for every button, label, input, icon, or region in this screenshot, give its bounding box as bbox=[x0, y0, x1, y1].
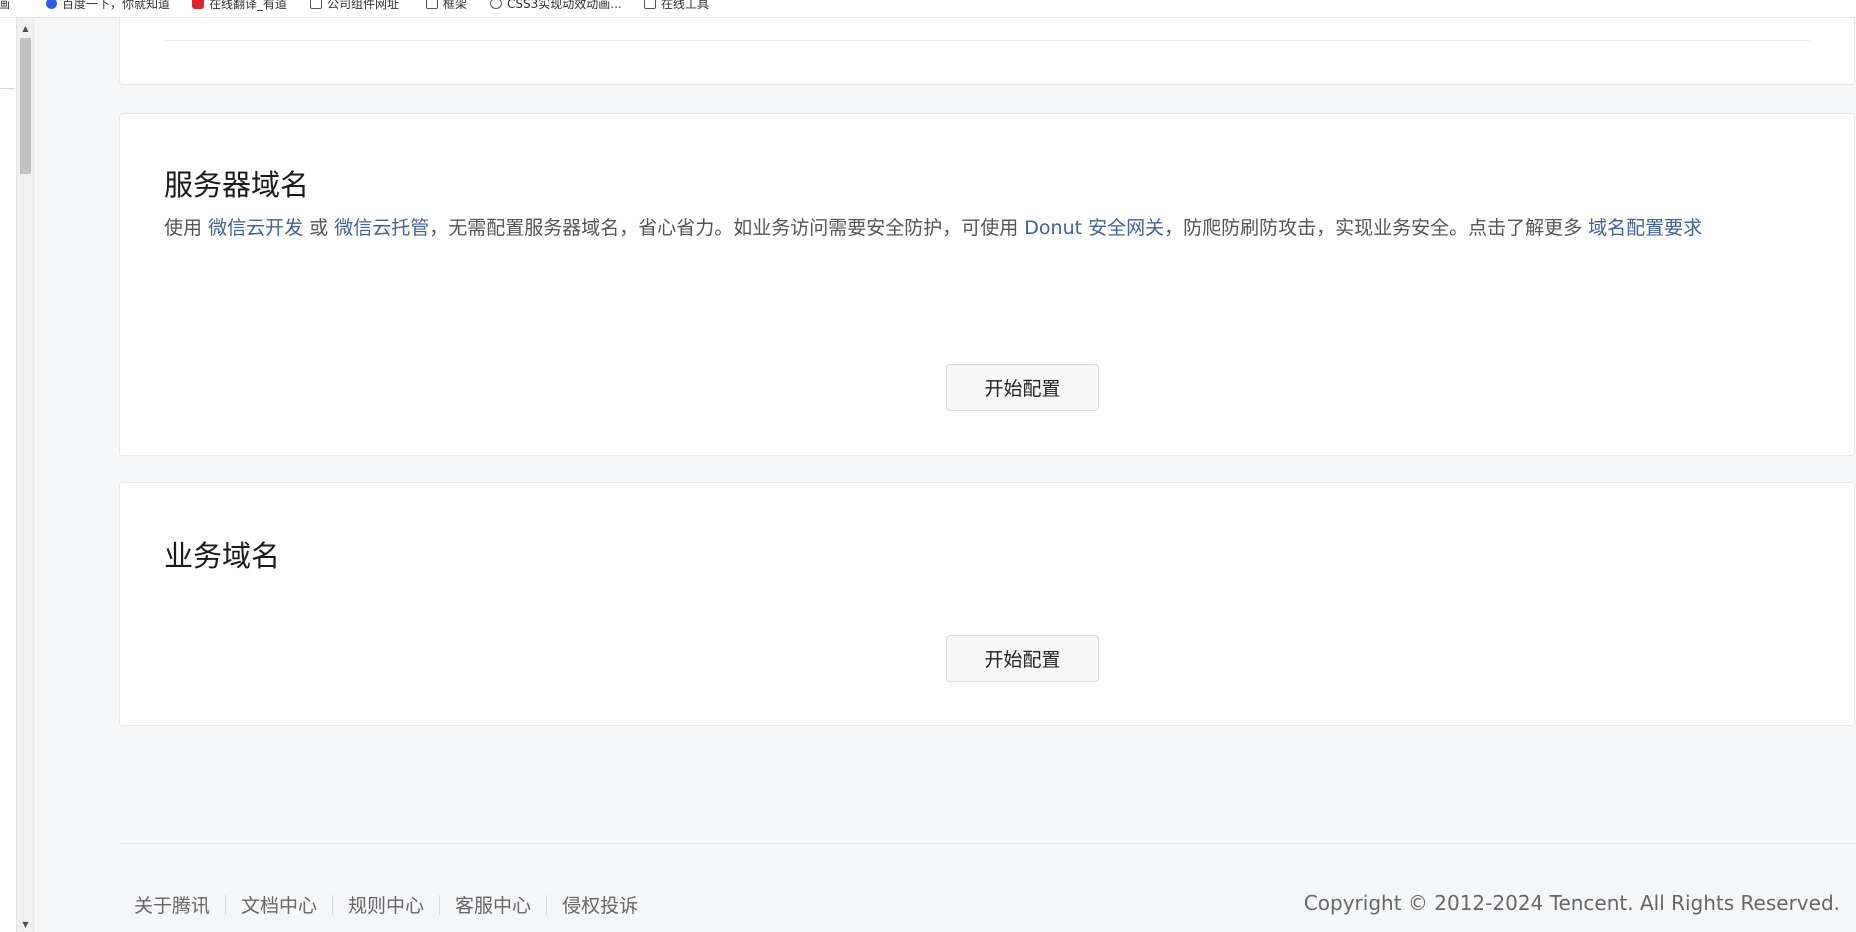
desc-text: 使用 bbox=[164, 217, 203, 239]
cloud-host-link[interactable]: 微信云托管 bbox=[334, 217, 429, 239]
footer: 关于腾讯 文档中心 规则中心 客服中心 侵权投诉 Copyright © 201… bbox=[119, 843, 1856, 932]
server-domain-description: 使用 微信云开发 或 微信云托管，无需配置服务器域名，省心省力。如业务访问需要安… bbox=[164, 212, 1814, 245]
cloud-dev-link[interactable]: 微信云开发 bbox=[208, 217, 303, 239]
desc-text: ，防爬防刷防攻击，实现业务安全。点击了解更多 bbox=[1164, 217, 1583, 239]
footer-links: 关于腾讯 文档中心 规则中心 客服中心 侵权投诉 bbox=[134, 891, 653, 918]
bookmark-bar: 动画 百度一下，你就知道 在线翻译_有道 公司组件网址 框架 CSS3实现动效动… bbox=[0, 0, 1856, 18]
vertical-scrollbar[interactable]: ▲ ▼ bbox=[17, 18, 34, 932]
start-config-button[interactable]: 开始配置 bbox=[946, 364, 1099, 411]
copyright-text: Copyright © 2012-2024 Tencent. All Right… bbox=[1303, 891, 1840, 915]
desc-text: 或 bbox=[309, 217, 329, 239]
business-domain-card: 业务域名 开始配置 bbox=[119, 482, 1855, 726]
desc-text: ，无需配置服务器域名，省心省力。如业务访问需要安全防护，可使用 bbox=[429, 217, 1019, 239]
bookmark-item[interactable]: CSS3实现动效动画... bbox=[490, 0, 622, 12]
baidu-icon bbox=[46, 0, 57, 9]
bookmark-item[interactable]: 百度一下，你就知道 bbox=[46, 0, 170, 12]
start-config-button[interactable]: 开始配置 bbox=[946, 635, 1099, 682]
divider bbox=[0, 88, 15, 89]
folder-icon bbox=[644, 0, 656, 9]
bookmark-item[interactable]: 动画 bbox=[0, 0, 10, 12]
main-content: 服务器域名 使用 微信云开发 或 微信云托管，无需配置服务器域名，省心省力。如业… bbox=[34, 18, 1856, 932]
server-domain-card: 服务器域名 使用 微信云开发 或 微信云托管，无需配置服务器域名，省心省力。如业… bbox=[119, 113, 1855, 456]
divider bbox=[164, 40, 1810, 41]
scroll-up-arrow-icon[interactable]: ▲ bbox=[17, 20, 34, 36]
bookmark-item[interactable]: 在线工具 bbox=[644, 0, 709, 12]
footer-link-about[interactable]: 关于腾讯 bbox=[134, 891, 225, 918]
bookmark-item[interactable]: 框架 bbox=[426, 0, 467, 12]
scrollbar-thumb[interactable] bbox=[20, 38, 31, 174]
footer-link-rules[interactable]: 规则中心 bbox=[333, 891, 439, 918]
youdao-icon bbox=[192, 0, 204, 9]
folder-icon bbox=[426, 0, 438, 9]
footer-link-infringement[interactable]: 侵权投诉 bbox=[547, 891, 653, 918]
footer-link-support[interactable]: 客服中心 bbox=[440, 891, 546, 918]
folder-icon bbox=[310, 0, 322, 9]
left-edge-panel bbox=[0, 18, 17, 932]
section-title: 服务器域名 bbox=[164, 168, 310, 202]
domain-requirements-link[interactable]: 域名配置要求 bbox=[1588, 217, 1702, 239]
globe-icon bbox=[490, 0, 502, 9]
bookmark-item[interactable]: 在线翻译_有道 bbox=[192, 0, 287, 12]
previous-section-card bbox=[119, 18, 1855, 85]
scroll-down-arrow-icon[interactable]: ▼ bbox=[17, 916, 34, 932]
footer-link-docs[interactable]: 文档中心 bbox=[226, 891, 332, 918]
bookmark-item[interactable]: 公司组件网址 bbox=[310, 0, 399, 12]
donut-gateway-link[interactable]: Donut 安全网关 bbox=[1024, 217, 1164, 239]
section-title: 业务域名 bbox=[164, 539, 281, 573]
